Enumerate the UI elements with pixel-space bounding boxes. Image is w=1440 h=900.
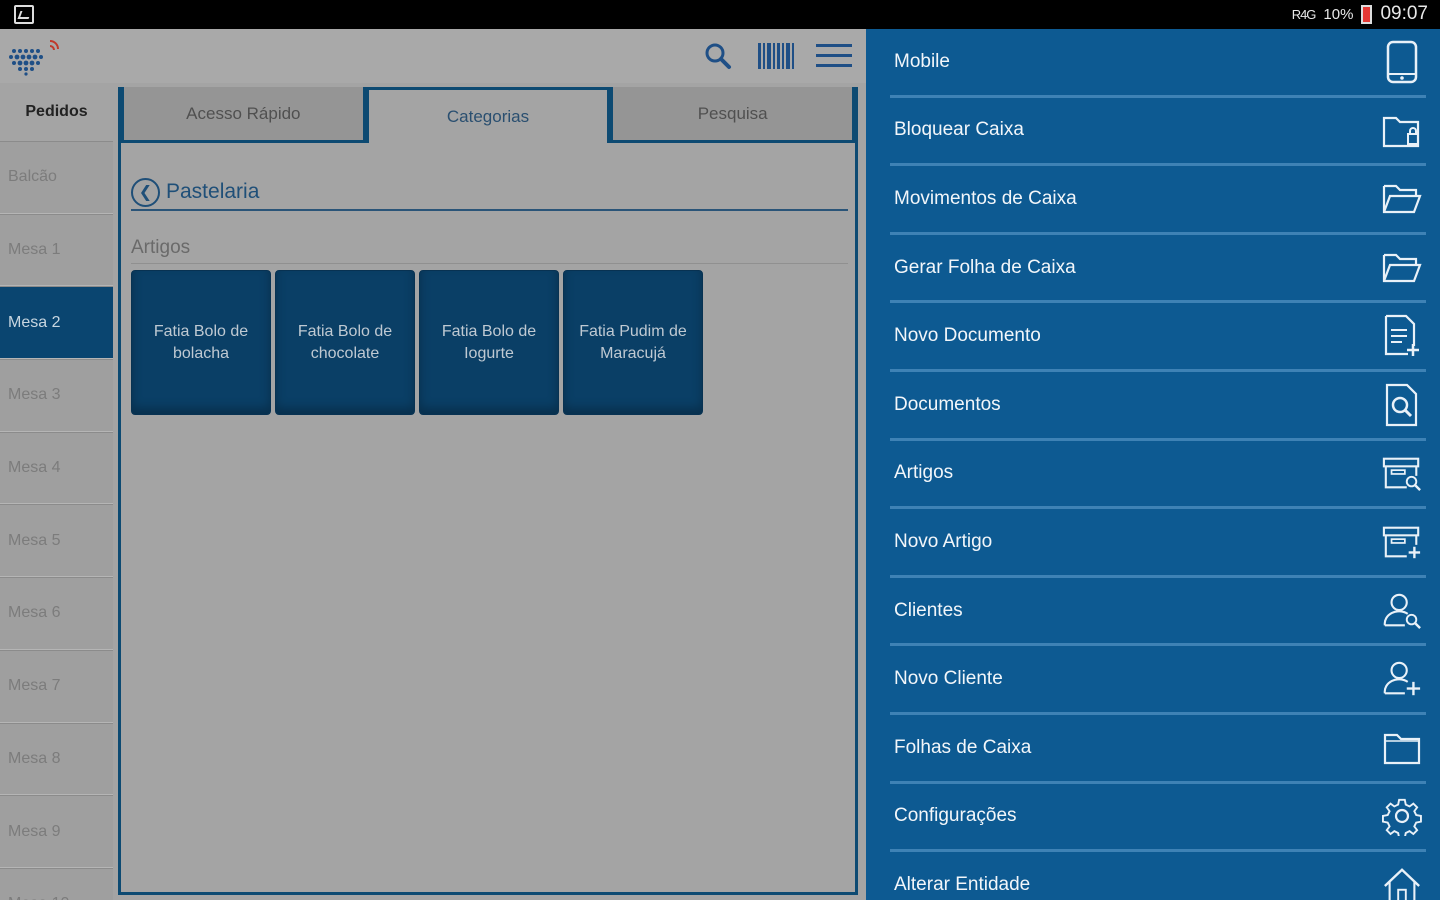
user-add-icon: [1382, 659, 1422, 699]
gear-icon: [1382, 796, 1422, 837]
box-search-icon: [1382, 453, 1422, 493]
status-bar: R4G 10% 09:07: [0, 0, 1440, 29]
drawer-menu-label: Artigos: [894, 462, 954, 484]
drawer-menu-item[interactable]: Novo Artigo: [890, 509, 1426, 578]
folder-open-icon: [1382, 179, 1422, 219]
drawer-menu-item[interactable]: Folhas de Caixa: [890, 715, 1426, 784]
drawer-menu-label: Alterar Entidade: [894, 873, 1031, 895]
content-panel: Acesso Rápido Categorias Pesquisa ❮ Pastel…: [118, 87, 858, 895]
user-search-icon: [1382, 591, 1422, 631]
product-button[interactable]: Fatia Bolo de bolacha: [131, 270, 271, 415]
battery-percent: 10%: [1323, 5, 1354, 23]
drawer-menu-label: Folhas de Caixa: [894, 736, 1032, 758]
drawer-menu-label: Gerar Folha de Caixa: [894, 256, 1076, 278]
category-title: Pastelaria: [166, 180, 260, 203]
app-main: Pedidos Balcão Mesa 1 Mesa 2 Mesa 3 Mesa 4 Me…: [0, 29, 866, 900]
sidebar-item-table[interactable]: Mesa 8: [0, 722, 113, 796]
sidebar-item-table[interactable]: Mesa 6: [0, 577, 113, 650]
box-add-icon: [1382, 522, 1422, 562]
drawer-menu-label: Novo Artigo: [894, 530, 993, 552]
drawer-menu-label: Bloquear Caixa: [894, 119, 1024, 141]
sidebar-item-table[interactable]: Balcão: [0, 141, 113, 214]
tab-2[interactable]: Pesquisa: [610, 87, 856, 143]
product-grid: Fatia Bolo de bolacha Fatia Bolo de choco…: [131, 270, 703, 415]
drawer-menu-item[interactable]: Novo Documento: [890, 303, 1426, 372]
drawer-menu-item[interactable]: Mobile: [890, 29, 1426, 98]
tables-sidebar: Pedidos Balcão Mesa 1 Mesa 2 Mesa 3 Mesa 4 Me…: [0, 83, 113, 900]
tab-1[interactable]: Categorias: [365, 87, 611, 143]
tab-0[interactable]: Acesso Rápido: [121, 87, 366, 143]
gallery-icon: [14, 5, 34, 24]
sidebar-item-table[interactable]: Mesa 1: [0, 213, 113, 287]
chevron-left-circle-icon[interactable]: ❮: [131, 177, 160, 207]
sidebar-list: Balcão Mesa 1 Mesa 2 Mesa 3 Mesa 4 Mesa 5 Mesa…: [0, 141, 113, 900]
folder-open-icon: [1382, 248, 1422, 288]
section-label: Artigos: [131, 237, 848, 264]
drawer-menu-item[interactable]: Artigos: [890, 441, 1426, 510]
document-add-icon: [1382, 315, 1422, 357]
battery-icon: [1361, 4, 1373, 24]
breadcrumb[interactable]: ❮ Pastelaria: [131, 175, 848, 211]
home-icon: [1382, 865, 1422, 900]
sidebar-item-table[interactable]: Mesa 10: [0, 867, 113, 900]
signal-indicator: R4G: [1291, 6, 1317, 22]
sidebar-item-table[interactable]: Mesa 7: [0, 649, 113, 723]
drawer-menu-item[interactable]: Clientes: [890, 578, 1426, 647]
drawer-menu-label: Configurações: [894, 805, 1017, 827]
product-button[interactable]: Fatia Bolo de Iogurte: [419, 270, 559, 415]
barcode-icon[interactable]: [758, 41, 794, 71]
search-icon[interactable]: [700, 41, 736, 71]
drawer-menu-item[interactable]: Documentos: [890, 372, 1426, 441]
sidebar-item-table[interactable]: Mesa 4: [0, 431, 113, 505]
document-search-icon: [1382, 383, 1422, 426]
drawer-menu-label: Movimentos de Caixa: [894, 187, 1077, 209]
drawer-menu-item[interactable]: Novo Cliente: [890, 646, 1426, 715]
product-button[interactable]: Fatia Pudim de Maracujá: [563, 270, 703, 415]
folder-icon: [1382, 728, 1422, 768]
drawer-menu-item[interactable]: Gerar Folha de Caixa: [890, 235, 1426, 304]
drawer-menu-label: Clientes: [894, 599, 963, 621]
toolbar-actions: [700, 41, 852, 71]
sidebar-item-table[interactable]: Mesa 5: [0, 504, 113, 578]
product-button[interactable]: Fatia Bolo de chocolate: [275, 270, 415, 415]
drawer-menu-item[interactable]: Alterar Entidade: [890, 852, 1426, 900]
sidebar-item-table[interactable]: Mesa 9: [0, 795, 113, 868]
drawer-menu-item[interactable]: Configurações: [890, 784, 1426, 853]
mobile-phone-icon: [1382, 40, 1422, 84]
drawer-menu-label: Documentos: [894, 393, 1001, 415]
sidebar-item-table[interactable]: Mesa 2: [0, 286, 113, 360]
navigation-drawer: Mobile Bloquear Caixa Movimentos de Caixa G…: [866, 29, 1440, 900]
status-right: R4G 10% 09:07: [1292, 3, 1428, 25]
drawer-menu-item[interactable]: Bloquear Caixa: [890, 98, 1426, 167]
clock: 09:07: [1380, 3, 1428, 24]
sidebar-header: Pedidos: [0, 83, 113, 141]
drawer-menu-label: Novo Documento: [894, 325, 1041, 347]
tab-bar: Acesso Rápido Categorias Pesquisa: [121, 87, 856, 143]
folder-lock-icon: [1382, 110, 1422, 150]
drawer-menu-item[interactable]: Movimentos de Caixa: [890, 166, 1426, 235]
menu-icon[interactable]: [816, 41, 852, 71]
sidebar-item-table[interactable]: Mesa 3: [0, 359, 113, 432]
top-toolbar: [0, 29, 866, 83]
app-logo: [6, 37, 62, 77]
drawer-menu-label: Novo Cliente: [894, 668, 1003, 690]
drawer-menu-label: Mobile: [894, 50, 950, 72]
